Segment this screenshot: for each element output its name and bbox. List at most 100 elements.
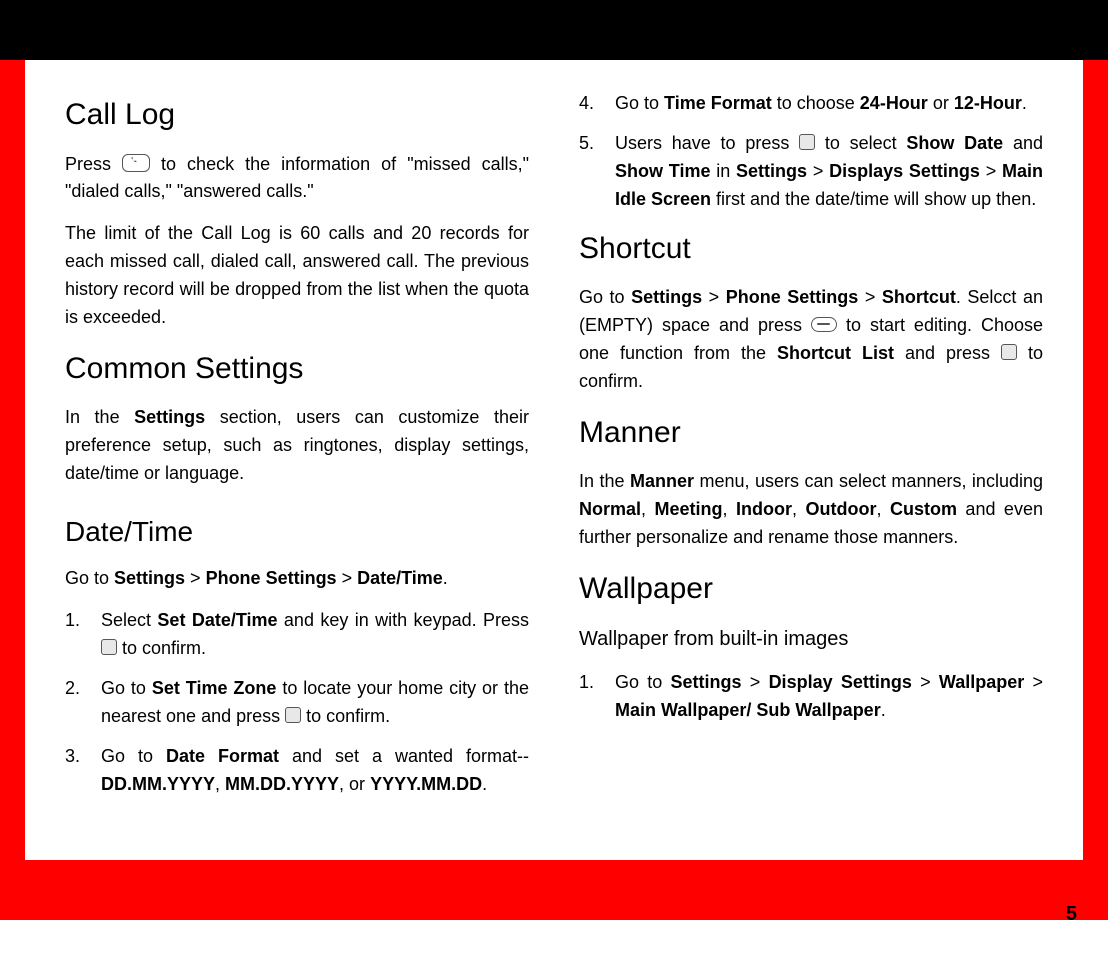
num: 1. [65,607,101,663]
bold: DD.MM.YYYY [101,774,215,794]
text: menu, users can select manners, includin… [694,471,1043,491]
heading-manner: Manner [579,410,1043,457]
heading-date-time: Date/Time [65,510,529,553]
list-item: 1. Go to Settings > Display Settings > W… [579,669,1043,725]
list-item: 2. Go to Set Time Zone to locate your ho… [65,675,529,731]
text: , [876,499,889,519]
bold: Phone Settings [206,568,337,588]
text: and press [894,343,1001,363]
text: to select [815,133,906,153]
text: to confirm. [301,706,390,726]
bold: 12-Hour [954,93,1022,113]
list-item: 4. Go to Time Format to choose 24-Hour o… [579,90,1043,118]
bold: Wallpaper [939,672,1024,692]
bold: YYYY.MM.DD [370,774,482,794]
text: > [337,568,358,588]
text: . [443,568,448,588]
bold: Settings [134,407,205,427]
bold: Main Wallpaper/ Sub Wallpaper [615,700,881,720]
bold: Outdoor [805,499,876,519]
text: > [185,568,206,588]
text: Go to [579,287,631,307]
num: 2. [65,675,101,731]
text: to choose [772,93,860,113]
ok-key-icon [285,707,301,723]
call-log-p1: Press to check the information of "misse… [65,151,529,207]
bold: Display Settings [769,672,912,692]
page-content: Call Log Press to check the information … [25,60,1083,860]
text: to confirm. [117,638,206,658]
text: Go to [101,678,152,698]
datetime-list-cont: 4. Go to Time Format to choose 24-Hour o… [579,90,1043,214]
ok-key-icon [799,134,815,150]
num: 3. [65,743,101,799]
datetime-intro: Go to Settings > Phone Settings > Date/T… [65,565,529,593]
bold: Settings [671,672,742,692]
text: > [858,287,882,307]
text: Press [65,154,122,174]
red-frame: Call Log Press to check the information … [0,60,1108,920]
wallpaper-list: 1. Go to Settings > Display Settings > W… [579,669,1043,725]
text: and key in with keypad. Press [278,610,529,630]
text: , [641,499,654,519]
text: > [742,672,769,692]
text: Go to [101,746,166,766]
bold: Date/Time [357,568,443,588]
datetime-list: 1. Select Set Date/Time and key in with … [65,607,529,798]
bold: Shortcut List [777,343,894,363]
manner-p: In the Manner menu, users can select man… [579,468,1043,552]
text: > [702,287,726,307]
li-body: Go to Settings > Display Settings > Wall… [615,669,1043,725]
li-body: Go to Set Time Zone to locate your home … [101,675,529,731]
bold: Shortcut [882,287,956,307]
bold: Phone Settings [726,287,859,307]
num: 5. [579,130,615,214]
heading-common-settings: Common Settings [65,346,529,393]
heading-wallpaper: Wallpaper [579,566,1043,613]
left-column: Call Log Press to check the information … [65,90,529,820]
bold: Displays Settings [829,161,980,181]
bold: 24-Hour [860,93,928,113]
text: or [928,93,954,113]
text: Go to [615,93,664,113]
text: > [807,161,829,181]
text: Users have to press [615,133,799,153]
text: Go to [615,672,671,692]
text: > [912,672,939,692]
bold: Settings [114,568,185,588]
bold: Show Time [615,161,710,181]
bold: Manner [630,471,694,491]
shortcut-p: Go to Settings > Phone Settings > Shortc… [579,284,1043,396]
bold: Indoor [736,499,792,519]
call-log-p2: The limit of the Call Log is 60 calls an… [65,220,529,332]
heading-shortcut: Shortcut [579,226,1043,273]
text: > [980,161,1002,181]
bold: Settings [736,161,807,181]
li-body: Go to Date Format and set a wanted forma… [101,743,529,799]
bold: Date Format [166,746,279,766]
heading-call-log: Call Log [65,92,529,139]
text: . [1022,93,1027,113]
li-body: Go to Time Format to choose 24-Hour or 1… [615,90,1043,118]
ok-key-icon [1001,344,1017,360]
num: 1. [579,669,615,725]
text: and [1003,133,1043,153]
text: , [215,774,225,794]
ok-key-icon [101,639,117,655]
bold: MM.DD.YYYY [225,774,339,794]
soft-key-icon [811,317,837,332]
common-p1: In the Settings section, users can custo… [65,404,529,488]
bold: Set Date/Time [157,610,277,630]
text: in [710,161,736,181]
wallpaper-sub: Wallpaper from built-in images [579,624,1043,655]
bottom-red-bar: 5 [25,860,1083,920]
text: > [1024,672,1043,692]
list-item: 1. Select Set Date/Time and key in with … [65,607,529,663]
top-black-bar [0,0,1108,60]
bold: Normal [579,499,641,519]
bold: Time Format [664,93,772,113]
li-body: Select Set Date/Time and key in with key… [101,607,529,663]
text: . [881,700,886,720]
text: . [482,774,487,794]
num: 4. [579,90,615,118]
